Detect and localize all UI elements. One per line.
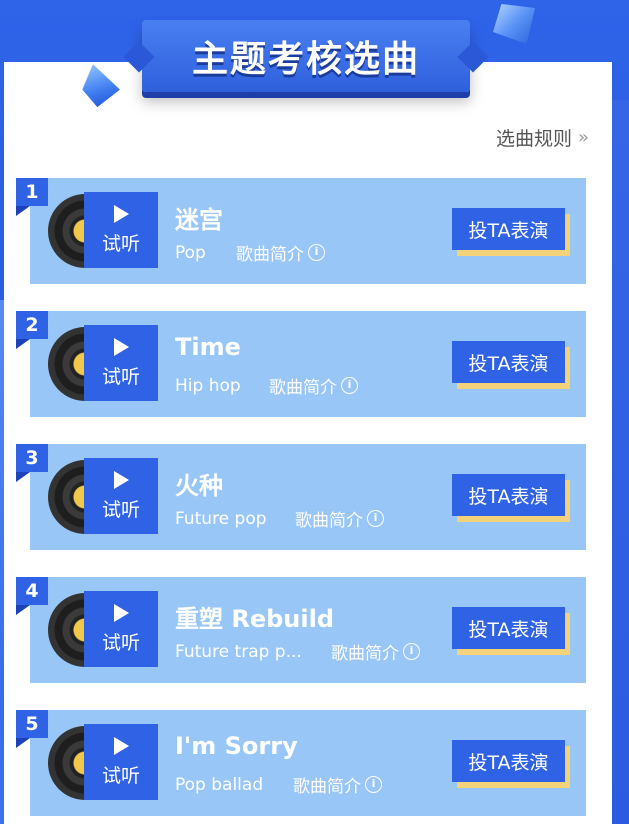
rank-badge-tail (16, 605, 30, 615)
song-genre: Future pop (175, 508, 267, 529)
info-icon: i (308, 244, 325, 261)
title-banner: 主题考核选曲 (142, 20, 470, 92)
play-icon (113, 736, 129, 755)
info-icon: i (367, 510, 384, 527)
rank-badge-tail (16, 339, 30, 349)
vote-button[interactable]: 投TA表演 (452, 208, 565, 250)
vote-button-wrap: 投TA表演 (452, 341, 570, 389)
song-title: 迷宫 (175, 206, 223, 234)
page-title: 主题考核选曲 (191, 39, 420, 80)
song-intro-link[interactable]: 歌曲简介 i (331, 639, 420, 664)
listen-button[interactable]: 试听 (84, 325, 158, 401)
rank-badge: 1 (16, 178, 48, 206)
chevron-right-double-icon: » (577, 127, 589, 148)
listen-label: 试听 (101, 631, 140, 654)
listen-button[interactable]: 试听 (84, 591, 158, 667)
info-icon: i (341, 377, 358, 394)
song-title: 火种 (175, 472, 223, 500)
info-icon: i (403, 643, 420, 660)
rank-badge: 2 (16, 311, 48, 339)
song-intro-link[interactable]: 歌曲简介 i (269, 373, 358, 398)
listen-label: 试听 (101, 764, 140, 787)
rules-link[interactable]: 选曲规则 » (495, 124, 589, 151)
song-card: 试听 迷宫 Pop 歌曲简介 i 投TA表演 (30, 178, 586, 284)
song-intro-link[interactable]: 歌曲简介 i (236, 240, 325, 265)
song-genre: Future trap p... (175, 641, 302, 662)
song-genre: Hip hop (175, 375, 241, 396)
listen-label: 试听 (101, 365, 140, 388)
diamond-decoration-icon (493, 4, 535, 44)
song-meta: Pop 歌曲简介 i (175, 240, 325, 265)
song-intro-link[interactable]: 歌曲简介 i (295, 506, 384, 531)
vote-button[interactable]: 投TA表演 (452, 341, 565, 383)
info-icon: i (365, 776, 382, 793)
vote-button[interactable]: 投TA表演 (452, 740, 565, 782)
panel-edge (612, 100, 629, 824)
song-card: 试听 重塑 Rebuild Future trap p... 歌曲简介 i 投T… (30, 577, 586, 683)
song-card: 试听 火种 Future pop 歌曲简介 i 投TA表演 (30, 444, 586, 550)
play-icon (113, 204, 129, 223)
rank-badge: 5 (16, 710, 48, 738)
listen-button[interactable]: 试听 (84, 724, 158, 800)
song-meta: Hip hop 歌曲简介 i (175, 373, 358, 398)
vote-button-wrap: 投TA表演 (452, 474, 570, 522)
vote-button[interactable]: 投TA表演 (452, 607, 565, 649)
rules-label: 选曲规则 (495, 128, 572, 150)
intro-label: 歌曲简介 (236, 245, 304, 265)
listen-label: 试听 (101, 232, 140, 255)
song-title: 重塑 Rebuild (175, 605, 335, 633)
song-card: 试听 I'm Sorry Pop ballad 歌曲简介 i 投TA表演 (30, 710, 586, 816)
play-icon (113, 337, 129, 356)
listen-label: 试听 (101, 498, 140, 521)
rank-badge: 4 (16, 577, 48, 605)
rank-badge-tail (16, 472, 30, 482)
play-icon (113, 603, 129, 622)
vote-button-wrap: 投TA表演 (452, 740, 570, 788)
rank-badge-tail (16, 738, 30, 748)
song-card: 试听 Time Hip hop 歌曲简介 i 投TA表演 (30, 311, 586, 417)
song-genre: Pop ballad (175, 774, 264, 795)
song-meta: Future pop 歌曲简介 i (175, 506, 384, 531)
song-title: I'm Sorry (175, 732, 298, 760)
vote-button-wrap: 投TA表演 (452, 607, 570, 655)
vote-button-wrap: 投TA表演 (452, 208, 570, 256)
song-meta: Future trap p... 歌曲简介 i (175, 639, 420, 664)
intro-label: 歌曲简介 (269, 378, 337, 398)
vote-button[interactable]: 投TA表演 (452, 474, 565, 516)
intro-label: 歌曲简介 (331, 644, 399, 664)
song-intro-link[interactable]: 歌曲简介 i (293, 772, 382, 797)
rank-badge: 3 (16, 444, 48, 472)
intro-label: 歌曲简介 (295, 511, 363, 531)
play-icon (113, 470, 129, 489)
rank-badge-tail (16, 206, 30, 216)
song-title: Time (175, 333, 241, 361)
song-meta: Pop ballad 歌曲简介 i (175, 772, 382, 797)
intro-label: 歌曲简介 (293, 777, 361, 797)
listen-button[interactable]: 试听 (84, 192, 158, 268)
listen-button[interactable]: 试听 (84, 458, 158, 534)
song-genre: Pop (175, 242, 206, 263)
